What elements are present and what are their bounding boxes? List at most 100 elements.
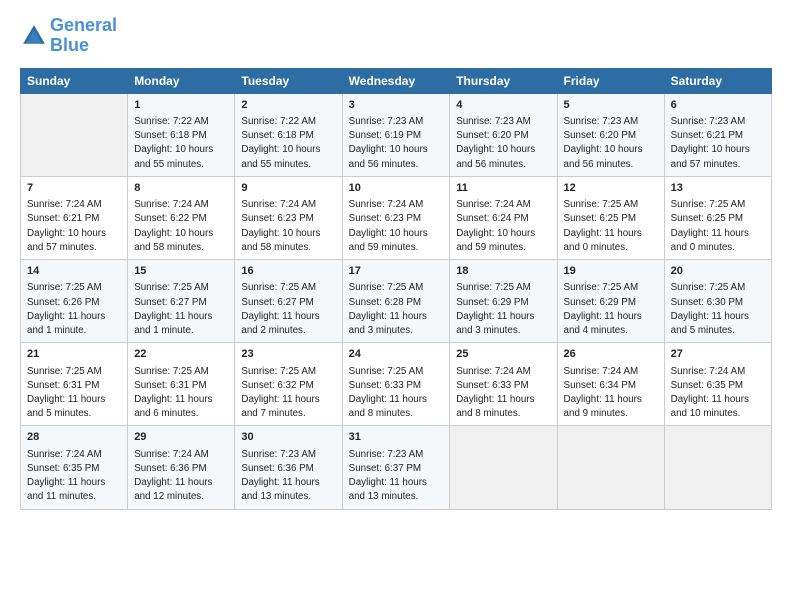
day-number: 3 <box>349 98 444 113</box>
day-number: 23 <box>241 347 335 362</box>
day-info: Sunrise: 7:24 AM Sunset: 6:23 PM Dayligh… <box>349 198 444 255</box>
day-info: Sunrise: 7:24 AM Sunset: 6:21 PM Dayligh… <box>27 198 121 255</box>
calendar-table: SundayMondayTuesdayWednesdayThursdayFrid… <box>20 68 772 510</box>
day-info: Sunrise: 7:25 AM Sunset: 6:25 PM Dayligh… <box>564 198 658 255</box>
day-info: Sunrise: 7:23 AM Sunset: 6:21 PM Dayligh… <box>671 115 765 172</box>
day-number: 14 <box>27 264 121 279</box>
calendar-week-row: 21 Sunrise: 7:25 AM Sunset: 6:31 PM Dayli… <box>21 343 772 426</box>
day-info: Sunrise: 7:25 AM Sunset: 6:30 PM Dayligh… <box>671 281 765 338</box>
day-number: 8 <box>134 181 228 196</box>
day-info: Sunrise: 7:25 AM Sunset: 6:25 PM Dayligh… <box>671 198 765 255</box>
day-number: 27 <box>671 347 765 362</box>
day-info: Sunrise: 7:25 AM Sunset: 6:33 PM Dayligh… <box>349 365 444 422</box>
calendar-week-row: 1 Sunrise: 7:22 AM Sunset: 6:18 PM Daylig… <box>21 93 772 176</box>
day-info: Sunrise: 7:25 AM Sunset: 6:27 PM Dayligh… <box>241 281 335 338</box>
calendar-cell: 31 Sunrise: 7:23 AM Sunset: 6:37 PM Dayli… <box>342 426 450 509</box>
calendar-cell: 9 Sunrise: 7:24 AM Sunset: 6:23 PM Daylig… <box>235 176 342 259</box>
day-number: 25 <box>456 347 550 362</box>
page-container: General Blue SundayMondayTuesdayWednesda… <box>0 0 792 520</box>
day-info: Sunrise: 7:22 AM Sunset: 6:18 PM Dayligh… <box>134 115 228 172</box>
day-number: 19 <box>564 264 658 279</box>
day-info: Sunrise: 7:24 AM Sunset: 6:33 PM Dayligh… <box>456 365 550 422</box>
calendar-cell: 14Sunrise: 7:25 AM Sunset: 6:26 PM Dayli… <box>21 260 128 343</box>
day-number: 7 <box>27 181 121 196</box>
calendar-cell: 4 Sunrise: 7:23 AM Sunset: 6:20 PM Daylig… <box>450 93 557 176</box>
day-number: 13 <box>671 181 765 196</box>
logo: General Blue <box>20 16 117 56</box>
calendar-cell: 5 Sunrise: 7:23 AM Sunset: 6:20 PM Daylig… <box>557 93 664 176</box>
calendar-cell: 10 Sunrise: 7:24 AM Sunset: 6:23 PM Dayli… <box>342 176 450 259</box>
day-number: 21 <box>27 347 121 362</box>
day-number: 22 <box>134 347 228 362</box>
calendar-cell: 1 Sunrise: 7:22 AM Sunset: 6:18 PM Daylig… <box>128 93 235 176</box>
calendar-cell: 15 Sunrise: 7:25 AM Sunset: 6:27 PM Dayli… <box>128 260 235 343</box>
calendar-cell: 22Sunrise: 7:25 AM Sunset: 6:31 PM Dayli… <box>128 343 235 426</box>
day-info: Sunrise: 7:22 AM Sunset: 6:18 PM Dayligh… <box>241 115 335 172</box>
calendar-cell: 8 Sunrise: 7:24 AM Sunset: 6:22 PM Daylig… <box>128 176 235 259</box>
logo-icon <box>20 22 48 50</box>
calendar-cell <box>21 93 128 176</box>
day-number: 15 <box>134 264 228 279</box>
day-number: 4 <box>456 98 550 113</box>
day-info: Sunrise: 7:24 AM Sunset: 6:35 PM Dayligh… <box>27 448 121 505</box>
day-number: 9 <box>241 181 335 196</box>
calendar-cell <box>557 426 664 509</box>
day-info: Sunrise: 7:25 AM Sunset: 6:27 PM Dayligh… <box>134 281 228 338</box>
calendar-cell <box>664 426 771 509</box>
day-number: 31 <box>349 430 444 445</box>
calendar-week-row: 28Sunrise: 7:24 AM Sunset: 6:35 PM Dayli… <box>21 426 772 509</box>
day-info: Sunrise: 7:24 AM Sunset: 6:24 PM Dayligh… <box>456 198 550 255</box>
calendar-cell: 18 Sunrise: 7:25 AM Sunset: 6:29 PM Dayli… <box>450 260 557 343</box>
day-number: 1 <box>134 98 228 113</box>
calendar-week-row: 14Sunrise: 7:25 AM Sunset: 6:26 PM Dayli… <box>21 260 772 343</box>
calendar-cell: 27Sunrise: 7:24 AM Sunset: 6:35 PM Dayli… <box>664 343 771 426</box>
calendar-cell: 25 Sunrise: 7:24 AM Sunset: 6:33 PM Dayli… <box>450 343 557 426</box>
day-of-week-header: Tuesday <box>235 68 342 93</box>
day-number: 5 <box>564 98 658 113</box>
day-number: 30 <box>241 430 335 445</box>
day-info: Sunrise: 7:25 AM Sunset: 6:32 PM Dayligh… <box>241 365 335 422</box>
calendar-cell: 19Sunrise: 7:25 AM Sunset: 6:29 PM Dayli… <box>557 260 664 343</box>
day-info: Sunrise: 7:24 AM Sunset: 6:34 PM Dayligh… <box>564 365 658 422</box>
calendar-week-row: 7 Sunrise: 7:24 AM Sunset: 6:21 PM Daylig… <box>21 176 772 259</box>
calendar-cell: 20Sunrise: 7:25 AM Sunset: 6:30 PM Dayli… <box>664 260 771 343</box>
day-info: Sunrise: 7:24 AM Sunset: 6:36 PM Dayligh… <box>134 448 228 505</box>
day-info: Sunrise: 7:24 AM Sunset: 6:23 PM Dayligh… <box>241 198 335 255</box>
calendar-cell: 17Sunrise: 7:25 AM Sunset: 6:28 PM Dayli… <box>342 260 450 343</box>
day-of-week-header: Saturday <box>664 68 771 93</box>
day-of-week-header: Friday <box>557 68 664 93</box>
calendar-cell: 11 Sunrise: 7:24 AM Sunset: 6:24 PM Dayli… <box>450 176 557 259</box>
calendar-cell: 2Sunrise: 7:22 AM Sunset: 6:18 PM Daylig… <box>235 93 342 176</box>
day-number: 6 <box>671 98 765 113</box>
calendar-cell: 3 Sunrise: 7:23 AM Sunset: 6:19 PM Daylig… <box>342 93 450 176</box>
calendar-cell: 23 Sunrise: 7:25 AM Sunset: 6:32 PM Dayli… <box>235 343 342 426</box>
day-number: 10 <box>349 181 444 196</box>
calendar-cell: 12 Sunrise: 7:25 AM Sunset: 6:25 PM Dayli… <box>557 176 664 259</box>
day-of-week-header: Wednesday <box>342 68 450 93</box>
logo-text: General Blue <box>50 16 117 56</box>
day-info: Sunrise: 7:25 AM Sunset: 6:31 PM Dayligh… <box>27 365 121 422</box>
day-info: Sunrise: 7:23 AM Sunset: 6:36 PM Dayligh… <box>241 448 335 505</box>
calendar-cell: 24Sunrise: 7:25 AM Sunset: 6:33 PM Dayli… <box>342 343 450 426</box>
calendar-cell: 16Sunrise: 7:25 AM Sunset: 6:27 PM Dayli… <box>235 260 342 343</box>
day-number: 12 <box>564 181 658 196</box>
calendar-cell: 6 Sunrise: 7:23 AM Sunset: 6:21 PM Daylig… <box>664 93 771 176</box>
calendar-cell: 7 Sunrise: 7:24 AM Sunset: 6:21 PM Daylig… <box>21 176 128 259</box>
day-of-week-header: Thursday <box>450 68 557 93</box>
calendar-cell: 29Sunrise: 7:24 AM Sunset: 6:36 PM Dayli… <box>128 426 235 509</box>
day-of-week-header: Monday <box>128 68 235 93</box>
day-info: Sunrise: 7:23 AM Sunset: 6:37 PM Dayligh… <box>349 448 444 505</box>
calendar-cell: 30 Sunrise: 7:23 AM Sunset: 6:36 PM Dayli… <box>235 426 342 509</box>
calendar-cell: 21 Sunrise: 7:25 AM Sunset: 6:31 PM Dayli… <box>21 343 128 426</box>
calendar-cell: 13 Sunrise: 7:25 AM Sunset: 6:25 PM Dayli… <box>664 176 771 259</box>
calendar-cell: 28Sunrise: 7:24 AM Sunset: 6:35 PM Dayli… <box>21 426 128 509</box>
day-of-week-header: Sunday <box>21 68 128 93</box>
day-info: Sunrise: 7:25 AM Sunset: 6:29 PM Dayligh… <box>456 281 550 338</box>
day-number: 17 <box>349 264 444 279</box>
day-info: Sunrise: 7:23 AM Sunset: 6:20 PM Dayligh… <box>564 115 658 172</box>
day-number: 11 <box>456 181 550 196</box>
day-number: 18 <box>456 264 550 279</box>
day-info: Sunrise: 7:23 AM Sunset: 6:19 PM Dayligh… <box>349 115 444 172</box>
day-info: Sunrise: 7:23 AM Sunset: 6:20 PM Dayligh… <box>456 115 550 172</box>
day-info: Sunrise: 7:24 AM Sunset: 6:22 PM Dayligh… <box>134 198 228 255</box>
